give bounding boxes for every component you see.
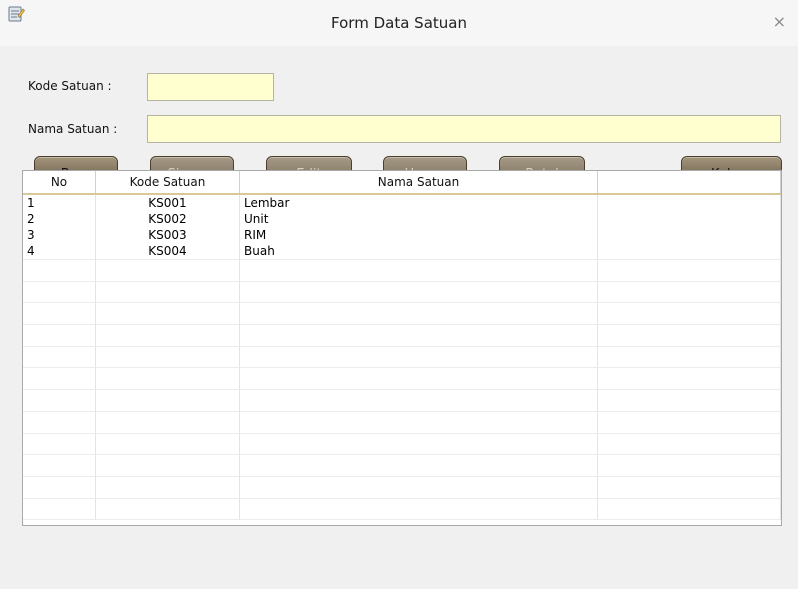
col-header-kode[interactable]: Kode Satuan <box>96 171 240 193</box>
table-body: 1 KS001 Lembar 2 KS002 Unit 3 KS003 RIM … <box>23 195 781 521</box>
cell-kode: KS003 <box>96 227 240 243</box>
cell-no: 3 <box>23 227 96 243</box>
kode-satuan-label: Kode Satuan : <box>28 79 112 93</box>
cell-kode: KS001 <box>96 195 240 211</box>
cell-no: 4 <box>23 243 96 259</box>
cell-no: 1 <box>23 195 96 211</box>
cell-nama: Lembar <box>240 195 598 211</box>
form-window: Form Data Satuan × Kode Satuan : Nama Sa… <box>0 0 798 589</box>
empty-row <box>23 455 781 477</box>
empty-row <box>23 411 781 434</box>
table-row[interactable]: 3 KS003 RIM <box>23 227 781 243</box>
cell-kode: KS004 <box>96 243 240 259</box>
nama-satuan-input[interactable] <box>148 116 780 142</box>
satuan-table[interactable]: No Kode Satuan Nama Satuan 1 KS001 Lemba… <box>22 170 782 526</box>
cell-nama: RIM <box>240 227 598 243</box>
empty-row <box>23 303 781 326</box>
nama-satuan-label: Nama Satuan : <box>28 122 118 136</box>
empty-row <box>23 390 781 412</box>
table-row[interactable]: 2 KS002 Unit <box>23 211 781 227</box>
col-header-nama[interactable]: Nama Satuan <box>240 171 598 193</box>
empty-row <box>23 368 781 391</box>
cell-empty <box>598 195 781 211</box>
cell-kode: KS002 <box>96 211 240 227</box>
empty-row <box>23 433 781 456</box>
close-icon[interactable]: × <box>773 14 786 30</box>
table-row[interactable]: 1 KS001 Lembar <box>23 195 781 211</box>
col-header-no[interactable]: No <box>23 171 96 193</box>
empty-row <box>23 260 781 282</box>
table-row[interactable]: 4 KS004 Buah <box>23 243 781 260</box>
cell-empty <box>598 243 781 259</box>
empty-row <box>23 281 781 304</box>
title-bar: Form Data Satuan × <box>0 0 798 46</box>
cell-nama: Unit <box>240 211 598 227</box>
kode-satuan-field[interactable] <box>147 73 274 101</box>
window-title: Form Data Satuan <box>331 14 467 32</box>
cell-empty <box>598 227 781 243</box>
empty-row <box>23 325 781 347</box>
cell-empty <box>598 211 781 227</box>
empty-row <box>23 476 781 499</box>
empty-row <box>23 498 781 521</box>
empty-row <box>23 346 781 369</box>
kode-satuan-input[interactable] <box>148 74 273 100</box>
nama-satuan-field[interactable] <box>147 115 781 143</box>
cell-nama: Buah <box>240 243 598 259</box>
col-header-extra <box>598 171 781 193</box>
table-header: No Kode Satuan Nama Satuan <box>23 171 781 195</box>
cell-no: 2 <box>23 211 96 227</box>
